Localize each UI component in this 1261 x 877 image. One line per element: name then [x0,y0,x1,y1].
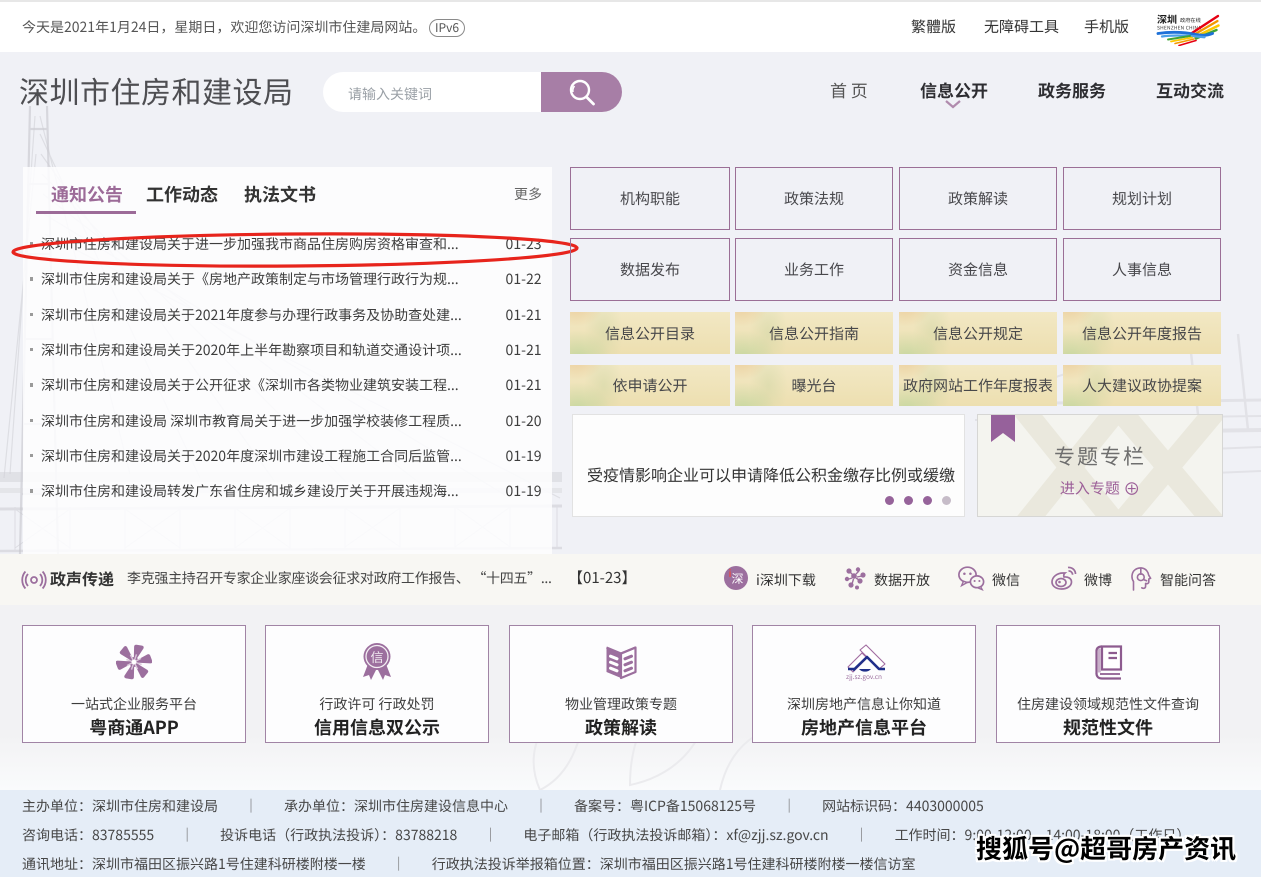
svg-text:zjj.sz.gov.cn: zjj.sz.gov.cn [846,671,882,681]
svg-text:信: 信 [370,647,383,666]
svg-text:政府在线: 政府在线 [1180,17,1201,24]
svg-text:i: i [728,565,731,580]
svg-text:深: 深 [731,570,743,587]
